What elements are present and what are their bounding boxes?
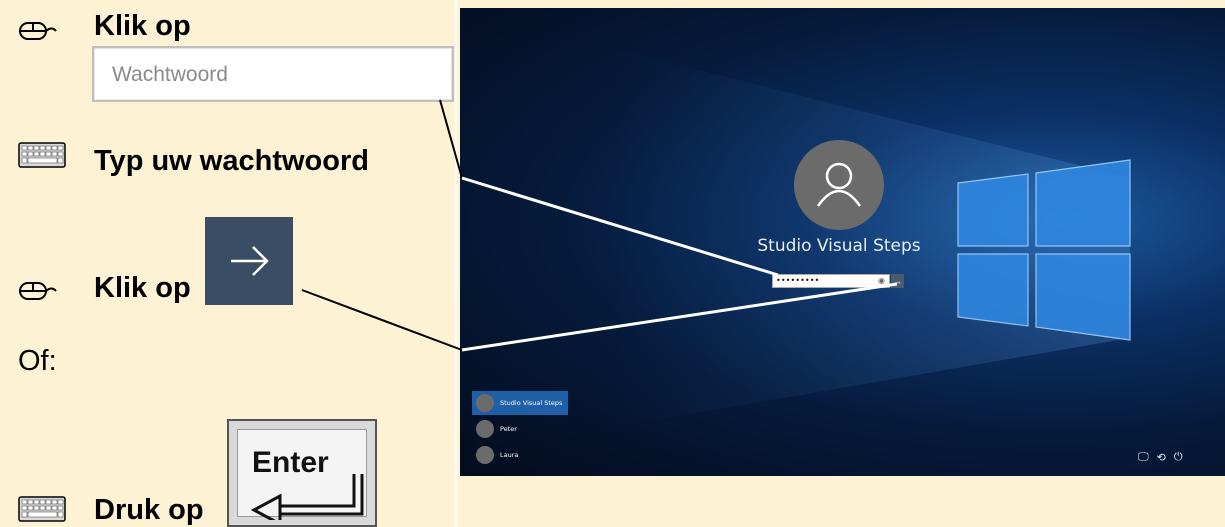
right-arrow-icon (231, 246, 269, 276)
or-label: Of: (18, 345, 57, 377)
windows-login-screen: Studio Visual Steps ••••••••• ◉ → Studio… (460, 8, 1225, 476)
user-avatar (794, 140, 884, 230)
person-icon (816, 162, 862, 207)
panel-divider (455, 0, 457, 527)
mouse-icon (19, 22, 57, 40)
password-placeholder: Wachtwoord (112, 63, 228, 86)
ease-of-access-icon[interactable]: ⟲ (1157, 451, 1166, 464)
user-avatar-small (476, 420, 494, 438)
keyboard-icon (18, 142, 66, 168)
keyboard-icon (18, 496, 66, 522)
power-icon[interactable]: ⏻ (1174, 451, 1183, 464)
reveal-password-icon[interactable]: ◉ (878, 276, 888, 286)
mouse-icon (19, 282, 57, 300)
user-item[interactable]: Studio Visual Steps (472, 391, 568, 415)
enter-key-face: Enter (237, 429, 367, 520)
user-item[interactable]: Peter (472, 417, 568, 441)
instruction-panel: Klik op Wachtwoord Typ uw wachtwoord Kli… (0, 0, 455, 527)
step3-text: Klik op (94, 272, 191, 304)
user-item[interactable]: Laura (472, 443, 568, 467)
user-name: Laura (500, 451, 519, 459)
user-name: Peter (500, 425, 517, 433)
network-icon[interactable]: 🖵 (1138, 451, 1149, 464)
password-input[interactable]: ••••••••• (772, 274, 890, 288)
step4-text: Druk op (94, 494, 204, 526)
user-avatar-small (476, 446, 494, 464)
user-avatar-small (476, 394, 494, 412)
submit-arrow-button-sample (205, 217, 293, 305)
step2-text: Typ uw wachtwoord (94, 145, 369, 177)
enter-key-sample: Enter (227, 419, 377, 527)
submit-button[interactable]: → (891, 274, 904, 288)
user-name: Studio Visual Steps (500, 399, 563, 407)
password-field-sample: Wachtwoord (92, 46, 454, 102)
step1-text: Klik op (94, 10, 191, 42)
system-tray: 🖵 ⟲ ⏻ (1138, 451, 1183, 464)
login-username: Studio Visual Steps (757, 236, 921, 256)
enter-arrow-icon (250, 474, 364, 520)
